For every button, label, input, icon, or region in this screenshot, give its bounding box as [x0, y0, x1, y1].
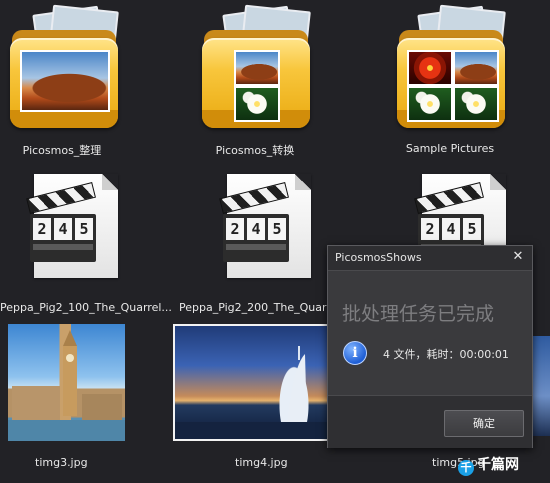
clapper-digit: 2 — [421, 218, 439, 240]
clapperboard-icon: 2 4 5 — [26, 182, 98, 266]
image-thumbnail — [173, 324, 347, 441]
clapper-digit: 4 — [54, 218, 72, 240]
file-label: timg4.jpg — [235, 456, 288, 469]
completion-dialog: PicosmosShows ✕ 批处理任务已完成 i 4 文件，耗时：00:00… — [327, 245, 533, 448]
clapper-digit: 5 — [268, 218, 286, 240]
clapper-digit: 4 — [247, 218, 265, 240]
clapper-digit: 5 — [75, 218, 93, 240]
file-label: Peppa_Pig2_100_The_Quarrel... — [0, 301, 172, 314]
image-file-timg3[interactable]: timg3.jpg — [0, 322, 135, 477]
close-icon[interactable]: ✕ — [511, 249, 525, 265]
clapper-digit: 5 — [463, 218, 481, 240]
ok-button[interactable]: 确定 — [444, 410, 524, 437]
folder-preview-image — [234, 50, 280, 86]
folder-picosmos-organize[interactable]: Picosmos_整理 — [0, 0, 120, 160]
dialog-message: 4 文件，耗时：00:00:01 — [383, 348, 509, 361]
clapper-digit: 4 — [442, 218, 460, 240]
clapper-digit: 2 — [226, 218, 244, 240]
folder-preview-image — [453, 86, 499, 122]
clapperboard-icon: 2 4 5 — [414, 182, 486, 245]
dialog-footer: 确定 — [328, 395, 532, 448]
image-thumbnail — [532, 336, 550, 436]
folder-preview-image — [234, 86, 280, 122]
clapper-digit: 2 — [33, 218, 51, 240]
video-file-3[interactable]: 2 4 5 — [400, 170, 530, 245]
video-file-peppa-100[interactable]: 2 4 5 Peppa_Pig2_100_The_Quarrel... — [0, 170, 172, 315]
watermark-text: 千篇网 — [477, 457, 519, 473]
site-watermark: 千千篇网 — [458, 454, 519, 476]
folder-label: Picosmos_转换 — [215, 144, 295, 157]
image-thumbnail — [8, 324, 125, 441]
dialog-title-bar: PicosmosShows ✕ — [328, 246, 532, 271]
folder-preview-image — [407, 86, 453, 122]
folder-preview-image — [453, 50, 499, 86]
video-file-peppa-200[interactable]: 2 4 5 Peppa_Pig2_200_The_Quarre — [175, 170, 337, 315]
folder-label: Picosmos_整理 — [22, 144, 102, 157]
dialog-title: PicosmosShows — [335, 251, 422, 264]
info-icon: i — [343, 341, 367, 365]
watermark-logo-icon: 千 — [458, 460, 474, 476]
folder-picosmos-convert[interactable]: Picosmos_转换 — [190, 0, 311, 160]
dialog-headline: 批处理任务已完成 — [342, 303, 495, 325]
clapperboard-icon: 2 4 5 — [219, 182, 291, 266]
folder-sample-pictures[interactable]: Sample Pictures — [385, 0, 515, 160]
folder-preview-image — [407, 50, 453, 86]
folder-preview-image — [20, 50, 110, 112]
file-label: Peppa_Pig2_200_The_Quarre — [179, 301, 338, 314]
file-label: timg3.jpg — [35, 456, 88, 469]
folder-label: Sample Pictures — [405, 142, 495, 155]
